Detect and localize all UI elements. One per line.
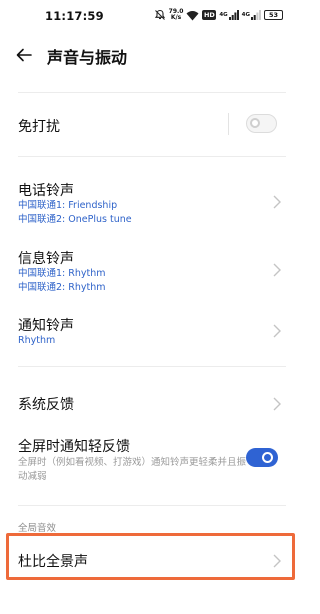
phone-ringtone-sim1: 中国联通1: Friendship [18,200,118,211]
signal-icon: 4G [219,10,239,20]
message-ringtone-sim1: 中国联通1: Rhythm [18,268,106,279]
toggle-knob [262,452,273,463]
message-ringtone-label: 信息铃声 [18,251,74,267]
system-feedback-row[interactable]: 系统反馈 [0,390,305,418]
divider [18,505,286,506]
back-button[interactable] [10,42,38,68]
fullscreen-notify-label: 全屏时通知轻反馈 [18,439,130,455]
fullscreen-notify-desc: 全屏时（例如看视频、打游戏）通知铃声更轻柔并且振动减弱 [18,457,247,482]
section-header-global-audio: 全局音效 [18,523,57,534]
phone-ringtone-label: 电话铃声 [18,183,74,199]
chevron-right-icon [273,263,281,277]
phone-ringtone-sim2: 中国联通2: OnePlus tune [18,214,132,225]
status-icons: 79.0 K/s HD 4G 4G 53 [154,9,283,21]
dnd-label: 免打扰 [18,119,60,135]
status-bar: 11:17:59 79.0 K/s HD 4G 4G 53 [0,0,305,30]
divider [18,366,286,367]
notification-ringtone-value: Rhythm [18,335,56,346]
chevron-right-icon [273,195,281,209]
message-ringtone-row[interactable]: 信息铃声 中国联通1: Rhythm 中国联通2: Rhythm [0,243,305,293]
network-speed: 79.0 K/s [168,8,184,21]
page-title: 声音与振动 [47,48,128,67]
mute-icon [154,9,166,21]
battery-icon: 53 [264,10,283,20]
app-bar: 声音与振动 [0,30,305,80]
fullscreen-notify-row[interactable]: 全屏时通知轻反馈 全屏时（例如看视频、打游戏）通知铃声更轻柔并且振动减弱 [0,432,305,488]
status-time: 11:17:59 [45,9,104,23]
hd-badge: HD [202,10,217,20]
message-ringtone-sim2: 中国联通2: Rhythm [18,282,106,293]
system-feedback-label: 系统反馈 [18,397,74,413]
divider [228,113,229,135]
chevron-right-icon [273,397,281,411]
toggle-knob [250,118,260,128]
fullscreen-notify-toggle[interactable] [246,448,278,467]
back-arrow-icon [16,48,32,62]
phone-ringtone-row[interactable]: 电话铃声 中国联通1: Friendship 中国联通2: OnePlus tu… [0,175,305,225]
chevron-right-icon [273,324,281,338]
dnd-row[interactable]: 免打扰 [0,108,305,140]
divider [18,92,286,93]
notification-ringtone-row[interactable]: 通知铃声 Rhythm [0,312,305,350]
notification-ringtone-label: 通知铃声 [18,318,74,334]
divider [18,156,286,157]
wifi-icon [186,10,199,21]
signal-icon: 4G [242,10,261,20]
dnd-toggle[interactable] [246,114,277,133]
highlight-box [6,533,295,580]
